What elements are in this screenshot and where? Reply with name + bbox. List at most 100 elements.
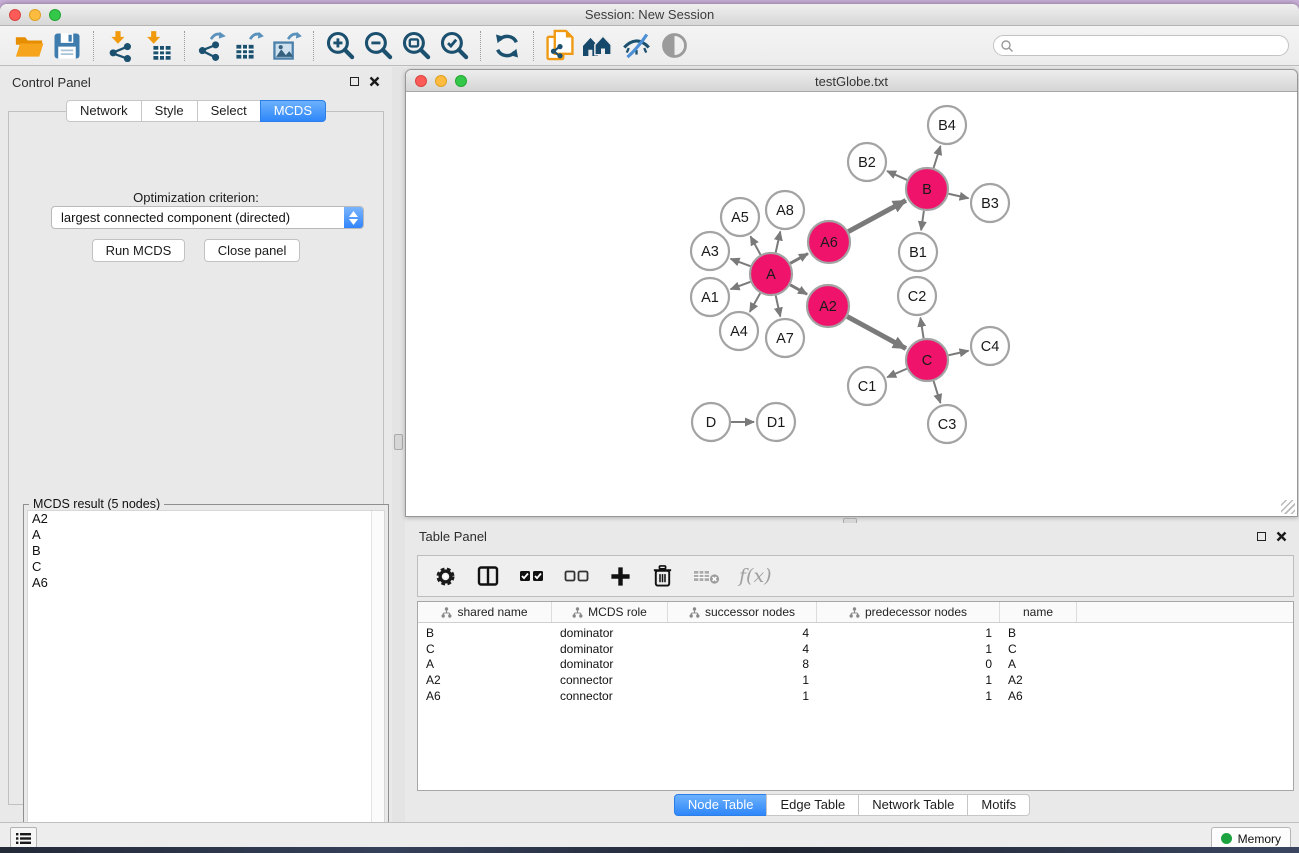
table-cell[interactable]: A2 [418, 673, 552, 687]
graph-edge-C-C2[interactable] [920, 318, 923, 339]
float-panel-icon[interactable] [350, 77, 359, 86]
graph-edge-A-A3[interactable] [731, 259, 751, 266]
graph-edge-A-A4[interactable] [750, 293, 760, 312]
table-cell[interactable]: dominator [552, 626, 668, 640]
home-button[interactable] [579, 29, 617, 63]
graph-edge-B-B4[interactable] [934, 146, 941, 168]
export-image-button[interactable] [268, 29, 306, 63]
table-cell[interactable]: dominator [552, 657, 668, 671]
float-table-panel-icon[interactable] [1257, 532, 1266, 541]
result-scrollbar[interactable] [371, 511, 384, 844]
result-item[interactable]: A6 [28, 575, 384, 591]
add-column-icon[interactable] [609, 565, 632, 588]
table-cell[interactable]: A6 [1000, 689, 1077, 703]
dropdown-stepper-icon[interactable] [344, 207, 363, 228]
graph-edge-C-C1[interactable] [887, 369, 907, 378]
run-mcds-button[interactable]: Run MCDS [92, 239, 186, 262]
close-panel-button[interactable]: Close panel [204, 239, 301, 262]
table-cell[interactable]: 1 [668, 673, 817, 687]
result-item[interactable]: B [28, 543, 384, 559]
tab-network[interactable]: Network [66, 100, 142, 122]
optimization-dropdown[interactable]: largest connected component (directed) [51, 206, 364, 229]
table-cell[interactable]: connector [552, 689, 668, 703]
table-cell[interactable]: A6 [418, 689, 552, 703]
graph-edge-B-B3[interactable] [948, 194, 968, 198]
table-cell[interactable]: 1 [817, 673, 1000, 687]
search-input[interactable] [1014, 37, 1288, 54]
tab-select[interactable]: Select [197, 100, 261, 122]
zoom-in-button[interactable] [321, 29, 359, 63]
graph-edge-A-A7[interactable] [776, 295, 781, 316]
column-header-MCDS-role[interactable]: MCDS role [552, 602, 668, 622]
table-cell[interactable]: C [1000, 642, 1077, 656]
tab-edge-table[interactable]: Edge Table [766, 794, 859, 816]
settings-gear-icon[interactable] [434, 565, 457, 588]
import-table-button[interactable] [139, 29, 177, 63]
refresh-button[interactable] [488, 29, 526, 63]
result-item[interactable]: A2 [28, 511, 384, 527]
export-table-button[interactable] [230, 29, 268, 63]
column-header-name[interactable]: name [1000, 602, 1077, 622]
graph-edge-A6-B[interactable] [848, 200, 906, 231]
table-cell[interactable]: A [1000, 657, 1077, 671]
delete-table-icon[interactable] [693, 567, 720, 585]
graph-edge-A-A2[interactable] [790, 285, 807, 294]
table-cell[interactable]: A [418, 657, 552, 671]
delete-column-trash-icon[interactable] [651, 564, 674, 588]
column-header-shared-name[interactable]: shared name [418, 602, 552, 622]
table-cell[interactable]: 1 [668, 689, 817, 703]
graph-edge-B-B2[interactable] [887, 171, 907, 180]
resize-grip-icon[interactable] [1281, 500, 1295, 514]
tab-style[interactable]: Style [141, 100, 198, 122]
open-file-button[interactable] [10, 29, 48, 63]
zoom-out-button[interactable] [359, 29, 397, 63]
close-table-panel-icon[interactable] [1276, 531, 1287, 542]
graph-edge-B-B1[interactable] [921, 211, 924, 230]
show-column-icon[interactable] [476, 564, 500, 588]
table-cell[interactable]: A2 [1000, 673, 1077, 687]
select-all-icon[interactable] [519, 566, 545, 586]
deselect-all-icon[interactable] [564, 566, 590, 586]
zoom-selected-icon [439, 30, 470, 61]
table-cell[interactable]: connector [552, 673, 668, 687]
column-header-predecessor-nodes[interactable]: predecessor nodes [817, 602, 1000, 622]
graph-edge-A-A5[interactable] [751, 236, 761, 254]
table-cell[interactable]: 4 [668, 626, 817, 640]
graph-edge-C-C4[interactable] [948, 351, 968, 355]
table-cell[interactable]: B [1000, 626, 1077, 640]
table-cell[interactable]: dominator [552, 642, 668, 656]
graph-edge-A-A1[interactable] [731, 282, 751, 289]
tab-mcds[interactable]: MCDS [260, 100, 326, 122]
zoom-selected-button[interactable] [435, 29, 473, 63]
graph-edge-A-A6[interactable] [790, 254, 808, 264]
apply-function-button[interactable]: f(x) [739, 565, 772, 587]
close-panel-icon[interactable] [369, 76, 380, 87]
network-canvas[interactable]: B4B2BB3A5A8A6A3B1AA1C2A2A4A7C4CC1C3DD1 [406, 92, 1297, 516]
graph-edge-A-A8[interactable] [776, 231, 781, 252]
table-cell[interactable]: C [418, 642, 552, 656]
tab-network-table[interactable]: Network Table [858, 794, 968, 816]
result-item[interactable]: A [28, 527, 384, 543]
graph-edge-A2-C[interactable] [847, 317, 906, 349]
table-cell[interactable]: 1 [817, 689, 1000, 703]
vertical-divider-grip[interactable] [394, 434, 403, 450]
hide-panel-button[interactable] [617, 29, 655, 63]
column-header-successor-nodes[interactable]: successor nodes [668, 602, 817, 622]
table-cell[interactable]: 8 [668, 657, 817, 671]
result-item[interactable]: C [28, 559, 384, 575]
import-network-button[interactable] [101, 29, 139, 63]
table-cell[interactable]: 1 [817, 642, 1000, 656]
tab-motifs[interactable]: Motifs [967, 794, 1030, 816]
table-cell[interactable]: 0 [817, 657, 1000, 671]
show-panel-button[interactable] [655, 29, 693, 63]
table-cell[interactable]: B [418, 626, 552, 640]
tab-node-table[interactable]: Node Table [674, 794, 768, 816]
dropdown-value: largest connected component (directed) [52, 210, 344, 225]
export-network-button[interactable] [192, 29, 230, 63]
graph-edge-C-C3[interactable] [934, 381, 941, 403]
table-cell[interactable]: 4 [668, 642, 817, 656]
table-cell[interactable]: 1 [817, 626, 1000, 640]
clone-network-button[interactable] [541, 29, 579, 63]
zoom-fit-button[interactable] [397, 29, 435, 63]
save-session-button[interactable] [48, 29, 86, 63]
